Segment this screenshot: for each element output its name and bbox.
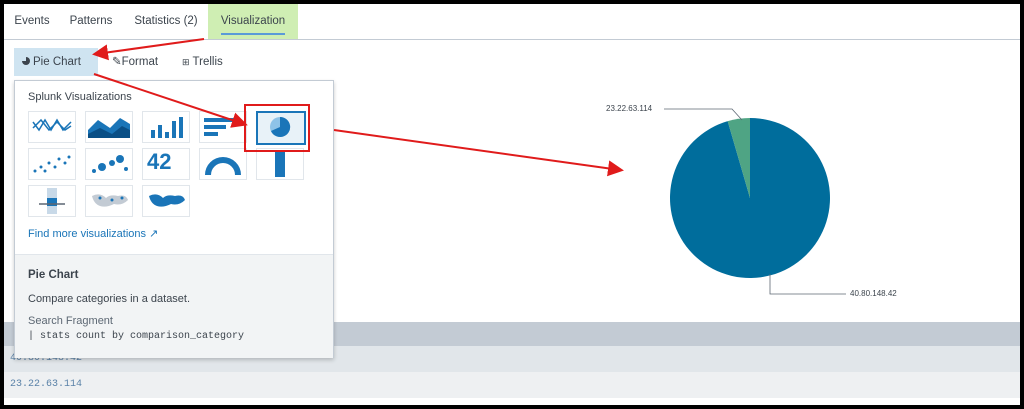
selected-viz-description: Compare categories in a dataset. [28,293,191,305]
format-button[interactable]: ✎Format [104,48,166,76]
trellis-button-label: Trellis [192,56,223,68]
tab-label: Events [14,15,50,27]
tab-label: Visualization [220,15,286,35]
leader-line [769,274,846,295]
choropleth-map-icon[interactable] [142,185,190,217]
pie-icon-highlight [244,104,310,152]
tab-label: Patterns [69,15,113,27]
tab-label: Statistics (2) [134,15,198,27]
tab-statistics[interactable]: Statistics (2) [128,4,204,39]
pencil-icon: ✎ [112,56,122,68]
external-link-icon: ↗ [149,228,159,240]
visualization-description: Pie Chart Compare categories in a datase… [15,254,333,358]
viz-toolbar: Pie Chart ✎Format ⊞ Trellis [4,40,1020,78]
pie-chart-icon [22,57,30,65]
bar-chart-icon[interactable] [199,111,247,143]
format-button-label: Format [121,56,159,68]
filler-gauge-icon[interactable] [256,148,304,180]
selected-viz-name: Pie Chart [28,269,79,281]
bubble-chart-icon[interactable] [85,148,133,180]
grid-icon: ⊞ [182,57,190,67]
tab-visualization[interactable]: Visualization [208,4,298,39]
pie-chart [664,108,846,295]
tab-bar: Events Patterns Statistics (2) Visualiza… [4,4,1020,40]
app-frame: Events Patterns Statistics (2) Visualiza… [0,0,1024,409]
arrow-to-chart [333,129,624,177]
leader-line [664,108,743,121]
area-chart-icon[interactable] [85,111,133,143]
table-row[interactable]: 23.22.63.114 [4,372,1020,398]
cluster-map-icon[interactable] [85,185,133,217]
search-fragment-title: Search Fragment [28,315,113,327]
pie-chart-button-label: Pie Chart [33,56,81,68]
radial-gauge-icon[interactable] [199,148,247,180]
search-fragment-code: | stats count by comparison_category [28,331,245,342]
pie-label-large: 40.80.148.42 [850,289,897,298]
pie-label-small: 23.22.63.114 [606,104,653,113]
single-value-icon[interactable]: 42 [142,148,190,180]
single-value-text: 42 [147,149,172,174]
find-more-label: Find more visualizations [28,228,146,240]
scatter-chart-icon[interactable] [28,148,76,180]
trellis-button[interactable]: ⊞ Trellis [174,48,231,76]
tab-patterns[interactable]: Patterns [62,4,120,39]
column-chart-icon[interactable] [142,111,190,143]
find-more-visualizations-link[interactable]: Find more visualizations ↗ [28,227,158,240]
pie-chart-button[interactable]: Pie Chart [14,48,98,76]
line-chart-icon[interactable] [28,111,76,143]
picker-title: Splunk Visualizations [28,91,132,103]
tab-events[interactable]: Events [8,4,56,39]
marker-gauge-icon[interactable] [28,185,76,217]
